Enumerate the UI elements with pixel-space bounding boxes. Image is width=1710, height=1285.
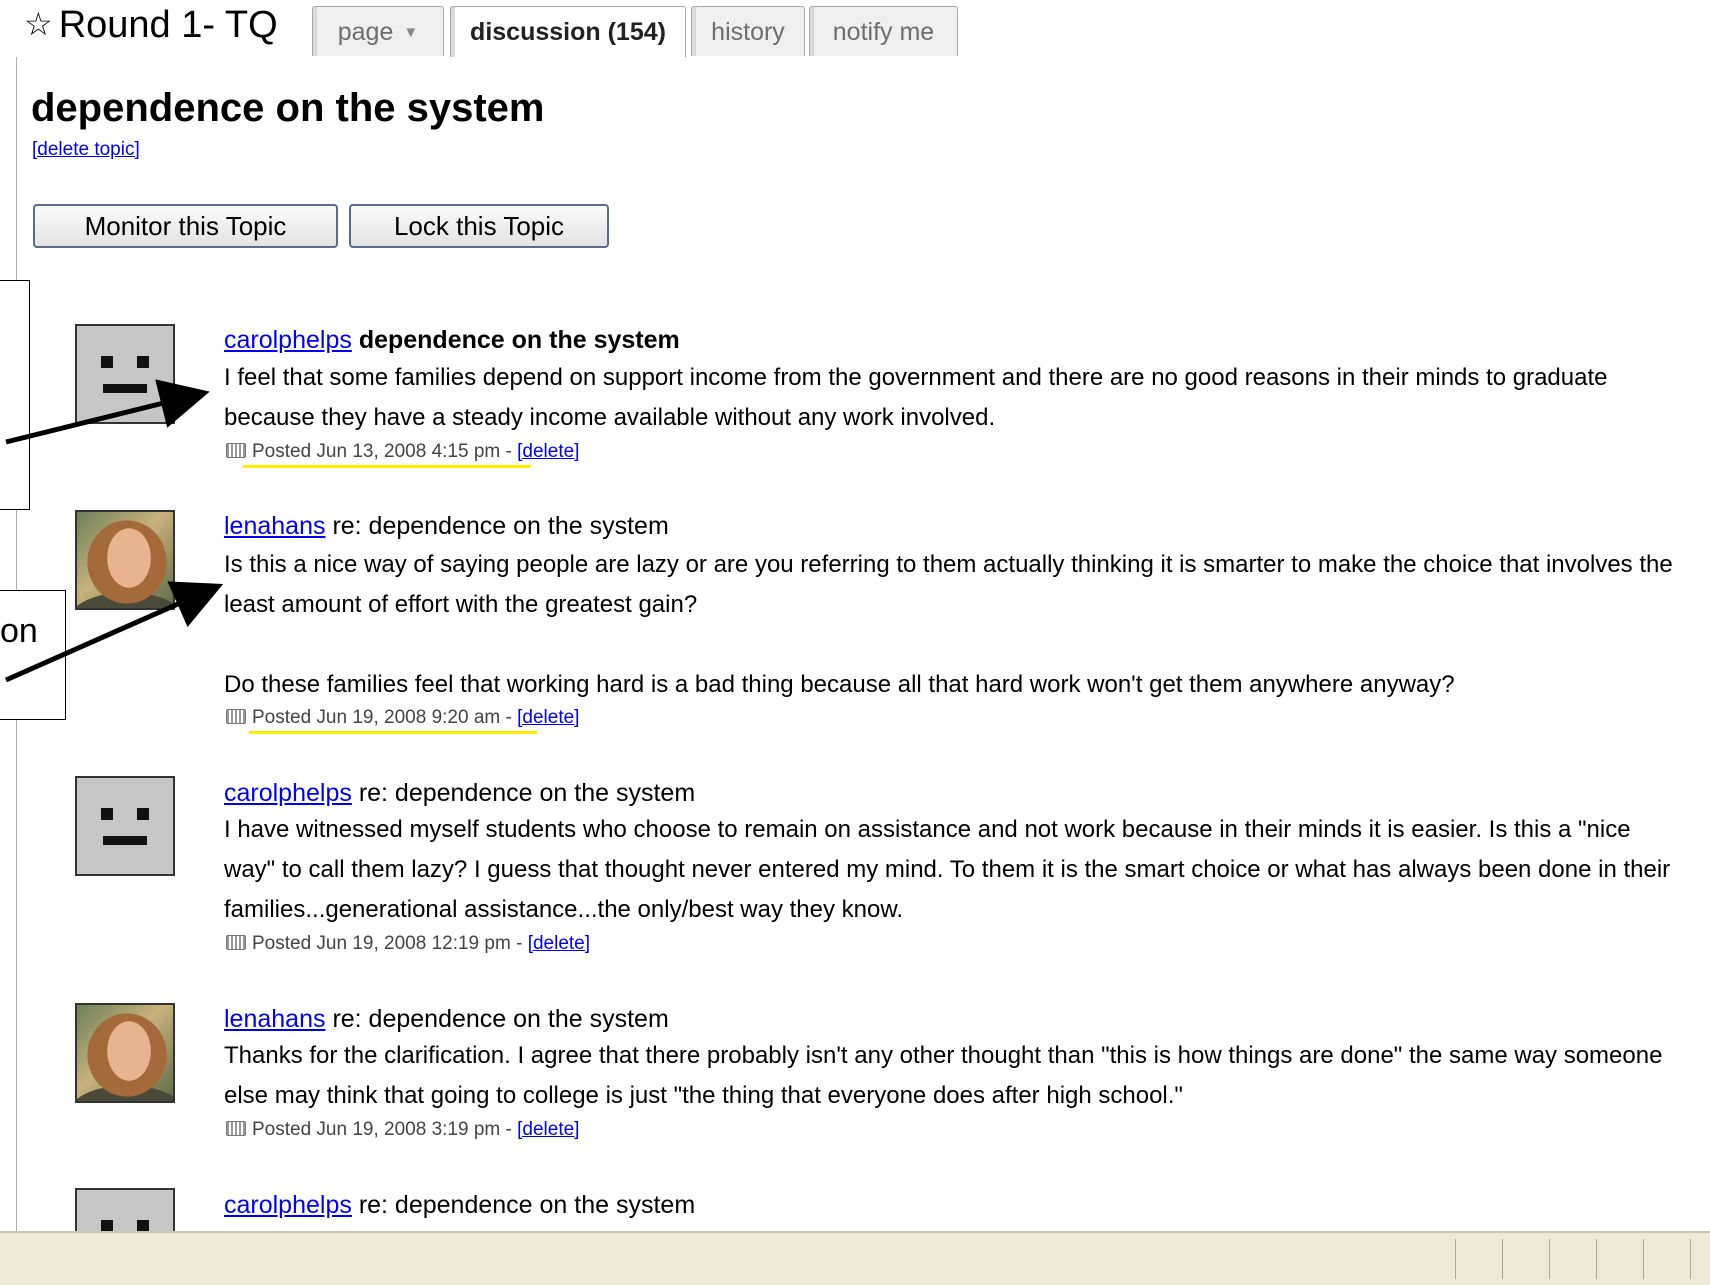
status-pane bbox=[1596, 1239, 1597, 1279]
status-pane bbox=[1549, 1239, 1550, 1279]
post-header: carolphelps re: dependence on the system bbox=[224, 1191, 695, 1220]
avatar-placeholder bbox=[75, 1188, 175, 1231]
author-link[interactable]: carolphelps bbox=[224, 1191, 352, 1219]
avatar-eye bbox=[137, 1220, 149, 1231]
browser-status-bar bbox=[0, 1231, 1710, 1285]
status-pane bbox=[1643, 1239, 1644, 1279]
annotation-callout-text: on bbox=[0, 612, 38, 650]
status-pane bbox=[1690, 1239, 1691, 1279]
post-subject: re: dependence on the system bbox=[358, 1191, 696, 1219]
annotation-callout-box bbox=[0, 280, 30, 510]
status-pane bbox=[1502, 1239, 1503, 1279]
post-5: carolphelps re: dependence on the system bbox=[0, 0, 1710, 1231]
avatar-eye bbox=[101, 1220, 113, 1231]
annotation-callout-box bbox=[0, 590, 66, 720]
status-pane bbox=[1455, 1239, 1456, 1279]
